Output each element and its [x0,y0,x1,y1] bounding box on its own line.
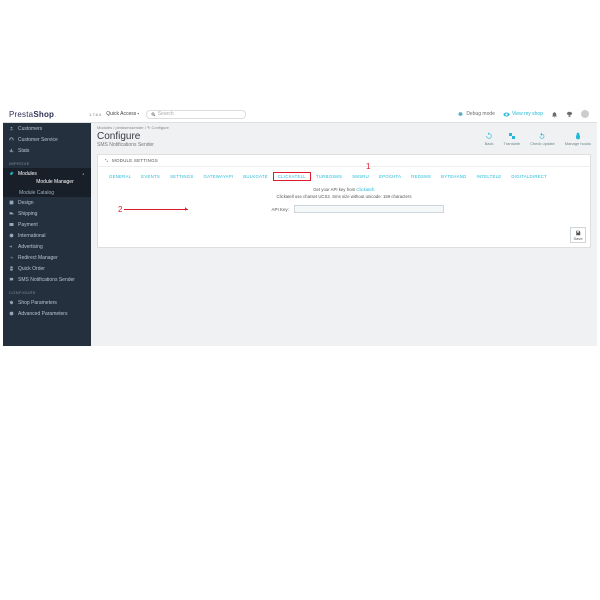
search-input[interactable]: Search [146,110,246,119]
clickatell-link[interactable]: Clickatell. [356,187,374,192]
tab-events[interactable]: EVENTS [136,172,165,181]
sidebar-item-shipping[interactable]: Shipping [3,208,91,219]
top-bar: PrestaShop. 1.7.6.4 Quick Access▾ Search… [3,106,597,123]
sidebar-item-redirect[interactable]: Redirect Manager [3,252,91,263]
brand-logo: PrestaShop. [3,110,91,119]
api-key-input[interactable] [294,205,444,213]
bug-icon [457,111,464,118]
quick-access-menu[interactable]: Quick Access▾ [106,111,140,117]
tab-digitaldirect[interactable]: DIGITALDIRECT [506,172,552,181]
tab-general[interactable]: GENERAL [104,172,136,181]
sidebar-item-sms[interactable]: SMS Notifications Sender [3,274,91,285]
module-settings-panel: MODULE SETTINGS GENERALEVENTSSETTINGSGAT… [97,154,591,248]
tab-bulkgate[interactable]: BULKGATE [238,172,273,181]
annotation-1: 1 [366,162,370,171]
page-subtitle: SMS Notifications Sender [97,142,154,148]
tab-inteltele[interactable]: INTELTELE [472,172,507,181]
sidebar-sub-module-manager[interactable]: Module Manager [3,179,91,188]
bell-icon[interactable] [551,111,558,118]
back-button[interactable]: Back [485,132,494,146]
cogs-icon [104,158,109,163]
sidebar-item-international[interactable]: International [3,230,91,241]
sidebar-sub-module-catalog[interactable]: Module Catalog [3,188,91,197]
section-configure: CONFIGURE [3,285,91,297]
hint-text: Get your API key from Clickatell. [108,187,580,192]
panel-header: MODULE SETTINGS [98,155,590,167]
sidebar-item-adv-params[interactable]: Advanced Parameters [3,308,91,319]
tab-redsms[interactable]: REDSMS [406,172,436,181]
check-update-button[interactable]: Check update [530,132,555,146]
sidebar-item-customers[interactable]: Customers [3,123,91,134]
section-improve: IMPROVE [3,156,91,168]
page-title: Configure [97,131,154,142]
sidebar-item-design[interactable]: Design [3,197,91,208]
tab-turbosms[interactable]: TURBOSMS [311,172,347,181]
tabs: GENERALEVENTSSETTINGSGATEWAYAPIBULKGATEC… [98,167,590,184]
search-icon [151,112,156,117]
tab-smsru[interactable]: SMSRU [347,172,374,181]
manage-hooks-button[interactable]: Manage hooks [565,132,591,146]
sidebar-item-shop-params[interactable]: Shop Parameters [3,297,91,308]
translate-button[interactable]: Translate [504,132,521,146]
trophy-icon[interactable] [566,111,573,118]
breadcrumb: Modules / pintasmssender / ✎ Configure [97,123,591,130]
tab-settings[interactable]: SETTINGS [165,172,199,181]
sidebar-item-quick-order[interactable]: Quick Order [3,263,91,274]
version-label: 1.7.6.4 [89,112,101,117]
tab-gatewayapi[interactable]: GATEWAYAPI [199,172,239,181]
api-key-label: API Key: [244,207,294,212]
avatar[interactable] [581,110,589,118]
sidebar-item-service[interactable]: Customer Service [3,134,91,145]
tab-clickatell[interactable]: CLICKATELL [273,172,311,181]
tab-bytehand[interactable]: BYTEHAND [436,172,471,181]
annotation-2: 2 [118,205,188,214]
eye-icon [503,111,510,118]
sidebar-item-advertising[interactable]: Advertising [3,241,91,252]
save-button[interactable]: Save [570,227,586,243]
tab-epochta[interactable]: EPOCHTA [374,172,406,181]
sidebar: Customers Customer Service Stats IMPROVE… [3,123,91,346]
sidebar-item-modules[interactable]: Modules▴ [3,168,91,179]
debug-mode-toggle[interactable]: Debug mode [457,111,495,118]
hint2-text: Clickatell use charset UCS2. Sms size wi… [108,194,580,199]
sidebar-item-stats[interactable]: Stats [3,145,91,156]
view-shop-link[interactable]: View my shop [503,111,543,118]
main: Modules / pintasmssender / ✎ Configure C… [91,123,597,346]
sidebar-item-payment[interactable]: Payment [3,219,91,230]
